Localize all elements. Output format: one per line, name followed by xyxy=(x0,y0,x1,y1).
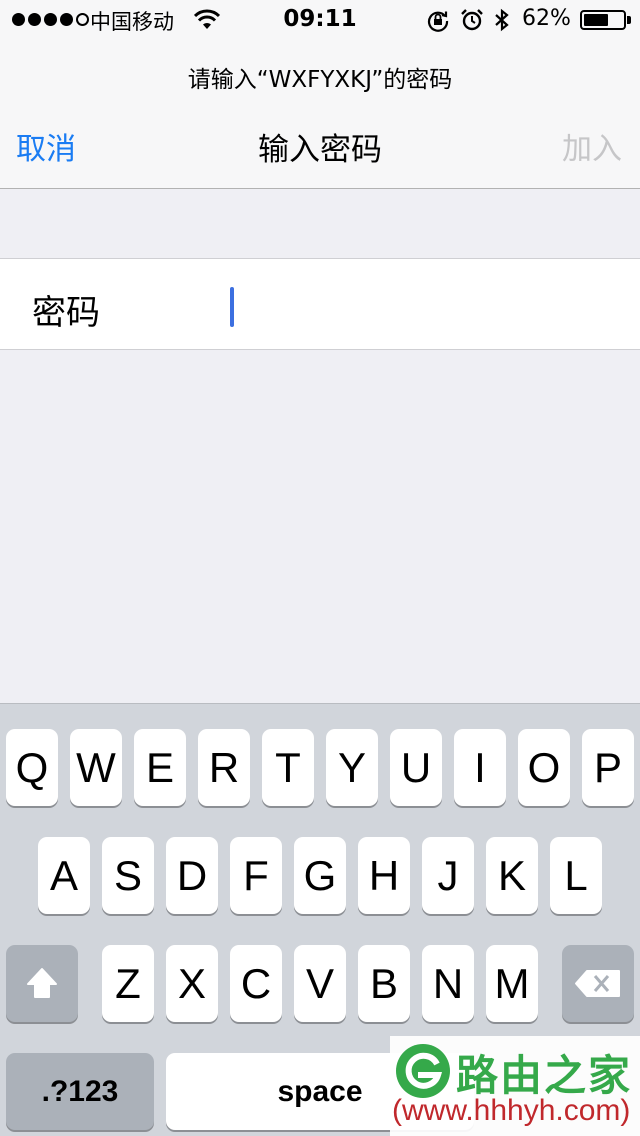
key-w[interactable]: W xyxy=(70,729,122,806)
battery-level xyxy=(584,14,608,26)
password-label: 密码 xyxy=(32,293,100,333)
rotation-lock-icon xyxy=(427,11,449,32)
password-prompt: 请输入“WXFYXKJ”的密码 xyxy=(187,67,453,93)
watermark: 路由之家 (www.hhhyh.com) xyxy=(390,1036,640,1136)
key-f[interactable]: F xyxy=(230,837,282,914)
navigation-bar: 请输入“WXFYXKJ”的密码 取消 输入密码 加入 xyxy=(0,40,640,189)
key-m[interactable]: M xyxy=(486,945,538,1022)
key-i[interactable]: I xyxy=(454,729,506,806)
status-bar: 中国移动 09:11 62% xyxy=(0,0,640,40)
key-c[interactable]: C xyxy=(230,945,282,1022)
password-input[interactable] xyxy=(230,277,620,333)
page-title: 输入密码 xyxy=(258,132,382,168)
key-k[interactable]: K xyxy=(486,837,538,914)
key-u[interactable]: U xyxy=(390,729,442,806)
key-d[interactable]: D xyxy=(166,837,218,914)
key-o[interactable]: O xyxy=(518,729,570,806)
watermark-logo-icon xyxy=(396,1044,450,1098)
battery-percent: 62% xyxy=(522,6,571,31)
key-b[interactable]: B xyxy=(358,945,410,1022)
key-p[interactable]: P xyxy=(582,729,634,806)
key-s[interactable]: S xyxy=(102,837,154,914)
key-q[interactable]: Q xyxy=(6,729,58,806)
shift-arrow-icon xyxy=(27,968,57,998)
join-button[interactable]: 加入 xyxy=(562,124,622,168)
key-v[interactable]: V xyxy=(294,945,346,1022)
key-e[interactable]: E xyxy=(134,729,186,806)
battery-icon xyxy=(580,10,626,30)
watermark-url: (www.hhhyh.com) xyxy=(392,1094,631,1127)
password-row: 密码 xyxy=(0,258,640,350)
key-l[interactable]: L xyxy=(550,837,602,914)
key-a[interactable]: A xyxy=(38,837,90,914)
key-g[interactable]: G xyxy=(294,837,346,914)
shift-key[interactable] xyxy=(6,945,78,1022)
key-r[interactable]: R xyxy=(198,729,250,806)
delete-key[interactable] xyxy=(562,945,634,1022)
key-h[interactable]: H xyxy=(358,837,410,914)
backspace-icon xyxy=(575,970,620,997)
bluetooth-icon xyxy=(495,8,509,32)
key-y[interactable]: Y xyxy=(326,729,378,806)
battery-nub xyxy=(627,16,631,24)
key-x[interactable]: X xyxy=(166,945,218,1022)
key-z[interactable]: Z xyxy=(102,945,154,1022)
numbers-key[interactable]: .?123 xyxy=(6,1053,154,1130)
alarm-icon xyxy=(461,9,483,31)
key-n[interactable]: N xyxy=(422,945,474,1022)
key-t[interactable]: T xyxy=(262,729,314,806)
text-caret xyxy=(230,287,234,327)
key-j[interactable]: J xyxy=(422,837,474,914)
